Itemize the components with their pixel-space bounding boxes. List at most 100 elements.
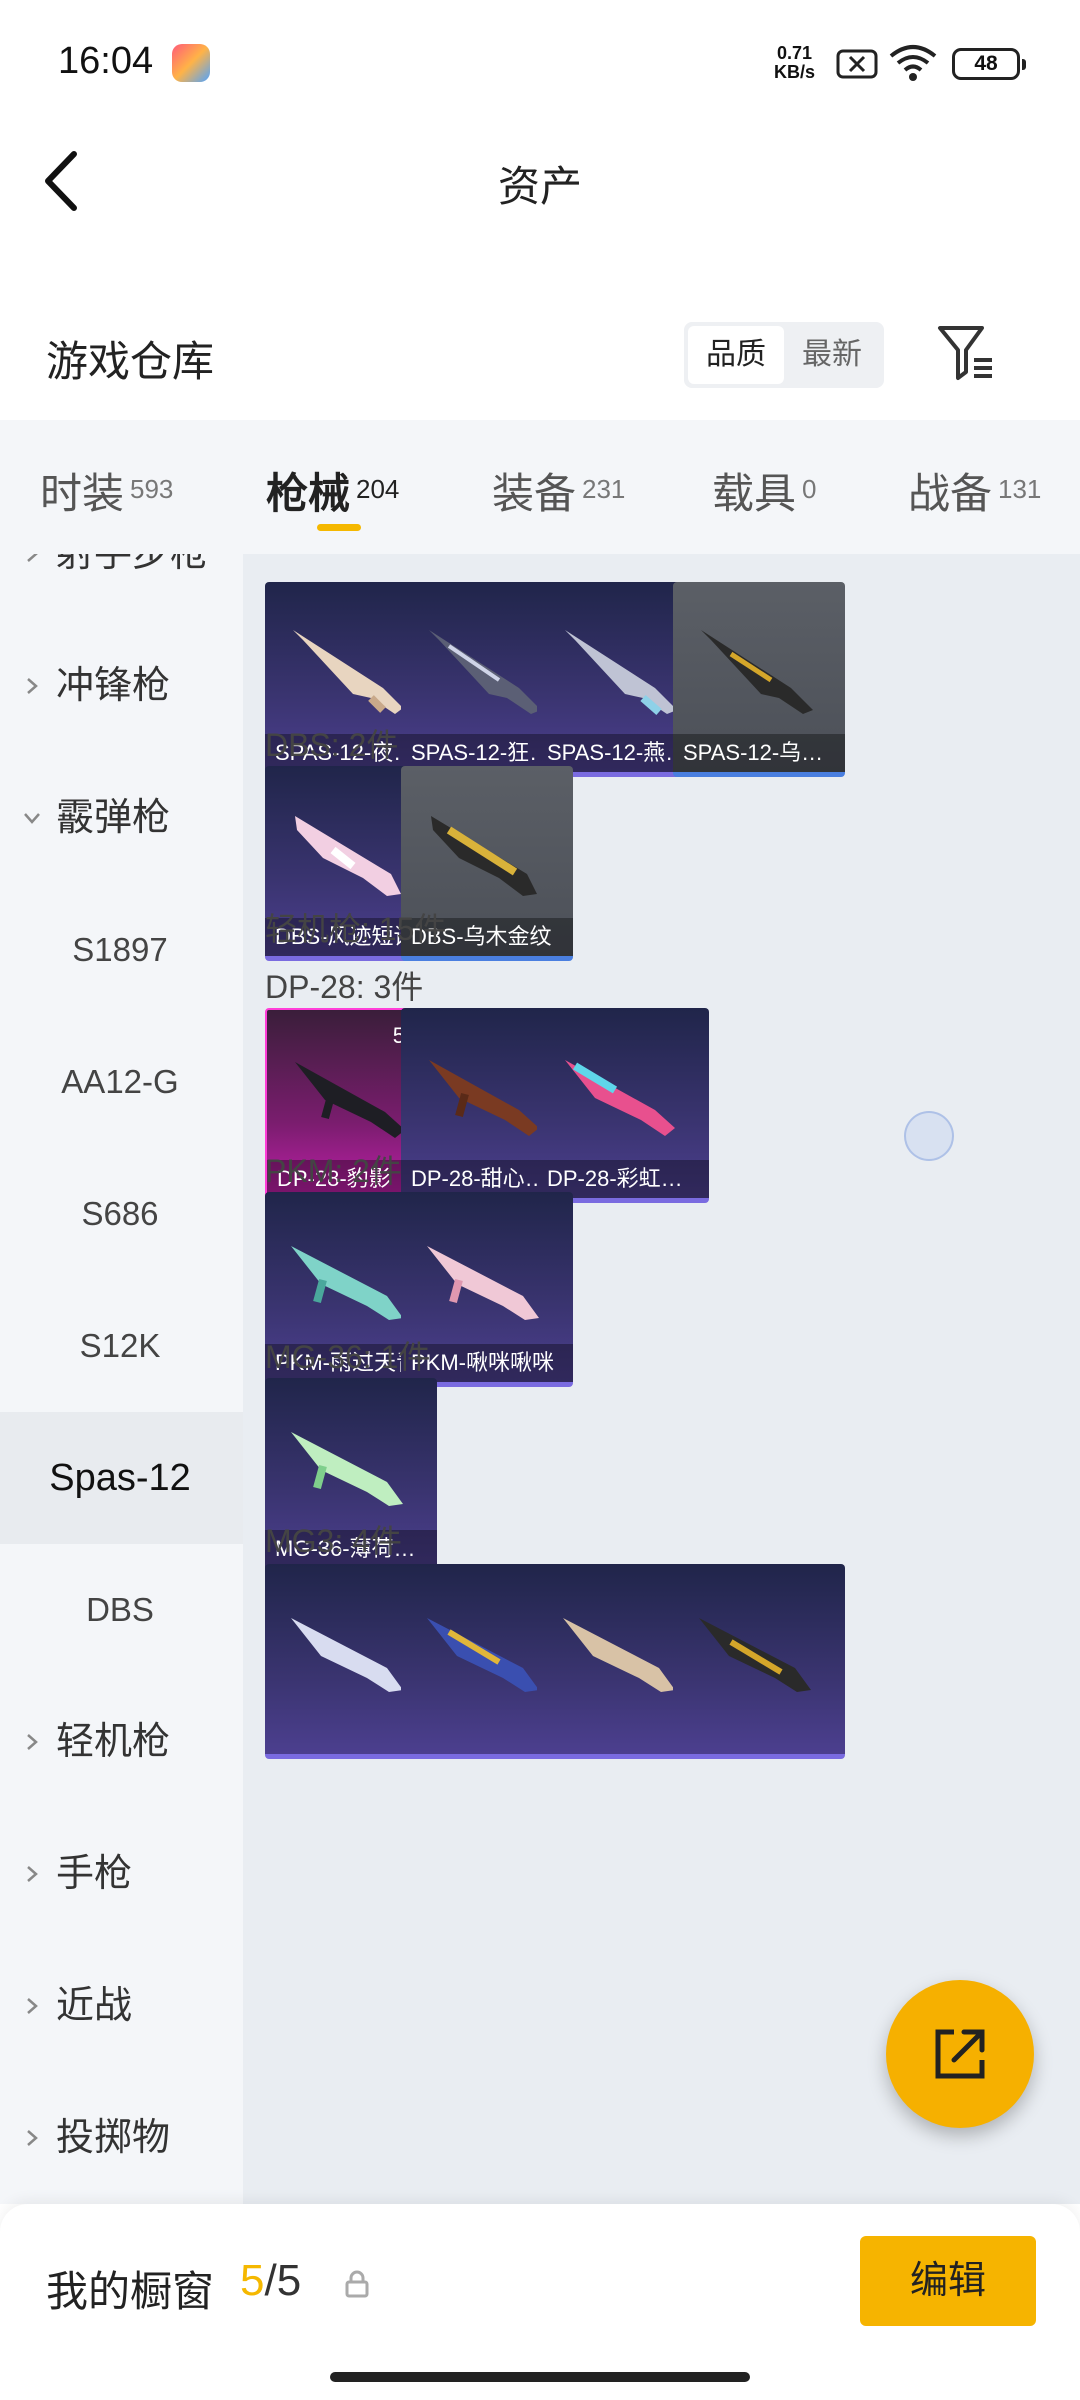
shotgun-icon xyxy=(295,816,401,896)
group-label-lmg: 轻机枪: 15件 xyxy=(265,911,447,947)
wifi-icon xyxy=(889,45,937,81)
showcase-bar: 我的橱窗 5/5 编辑 xyxy=(0,2204,1080,2400)
weapon-name: SPAS-12-乌… xyxy=(673,734,845,772)
network-speed: 0.71 KB/s xyxy=(774,44,815,82)
sort-toggle: 品质 最新 xyxy=(684,322,884,388)
tab-count: 593 xyxy=(130,474,174,504)
sim-off-icon xyxy=(836,49,878,79)
status-bar: 16:04 0.71 KB/s 48 xyxy=(0,0,1080,130)
chevron-down-icon xyxy=(24,813,40,824)
sidebar-item-label: S1897 xyxy=(72,931,168,968)
group-label-mg36: MG-36: 1件 xyxy=(265,1339,431,1375)
home-indicator[interactable] xyxy=(330,2372,750,2382)
shotgun-icon xyxy=(429,630,541,714)
showcase-count: 5/5 xyxy=(240,2256,301,2306)
weapon-card[interactable]: SPAS-12-乌… xyxy=(673,582,845,777)
filter-icon[interactable] xyxy=(936,322,996,382)
sidebar-item-smg[interactable]: 冲锋枪 xyxy=(0,620,243,752)
battery-indicator: 48 xyxy=(952,48,1026,80)
sidebar-item-melee[interactable]: 近战 xyxy=(0,1940,243,2072)
chevron-right-icon xyxy=(27,2130,38,2146)
sidebar-item-label: Spas-12 xyxy=(49,1457,191,1499)
chevron-right-icon xyxy=(27,1866,38,1882)
sidebar-item-label: 投掷物 xyxy=(56,2117,171,2159)
sidebar-item-aa12g[interactable]: AA12-G xyxy=(0,1016,243,1148)
showcase-title: 我的橱窗 xyxy=(46,2268,215,2315)
shotgun-icon xyxy=(293,630,403,714)
machine-gun-icon xyxy=(429,1060,539,1136)
game-app-icon xyxy=(172,44,210,82)
sidebar-item-shotgun[interactable]: 霰弹枪 xyxy=(0,752,243,884)
sidebar-item-label: S686 xyxy=(81,1195,159,1232)
net-speed-unit: KB/s xyxy=(774,62,816,82)
category-tabs: 时装 593 枪械 204 装备 231 载具 0 战备 131 xyxy=(0,420,1080,554)
sidebar-item-pistol[interactable]: 手枪 xyxy=(0,1808,243,1940)
tab-firearms[interactable]: 枪械 204 xyxy=(266,460,399,521)
sidebar-item-label: DBS xyxy=(86,1591,154,1628)
sidebar-item-label: 冲锋枪 xyxy=(56,665,171,707)
weapon-category-sidebar: 射手步枪 冲锋枪 霰弹枪 S1897 AA12-G S686 S12K Spas… xyxy=(0,554,243,2204)
net-speed-value: 0.71 xyxy=(776,43,813,63)
tab-label: 装备 xyxy=(492,470,577,517)
sidebar-item-label: 射手步枪 xyxy=(56,554,209,575)
sidebar-item-marksman-rifle[interactable]: 射手步枪 xyxy=(0,554,243,620)
sidebar-item-label: 轻机枪 xyxy=(56,1721,171,1763)
machine-gun-icon xyxy=(427,1618,539,1692)
weapon-card[interactable]: DP-28-彩虹… xyxy=(537,1008,709,1203)
machine-gun-icon xyxy=(565,1060,675,1136)
sort-newest-button[interactable]: 最新 xyxy=(784,326,880,384)
machine-gun-icon xyxy=(427,1246,539,1320)
share-button[interactable] xyxy=(886,1980,1034,2128)
sidebar-item-lmg[interactable]: 轻机枪 xyxy=(0,1676,243,1808)
group-label-dp28: DP-28: 3件 xyxy=(265,969,424,1005)
group-label-pkm: PKM: 2件 xyxy=(265,1153,402,1189)
sidebar-item-s686[interactable]: S686 xyxy=(0,1148,243,1280)
shotgun-icon xyxy=(431,816,537,896)
tab-supplies[interactable]: 战备 131 xyxy=(908,460,1041,521)
status-time: 16:04 xyxy=(58,40,154,82)
showcase-count-current: 5 xyxy=(240,2256,265,2305)
tab-fashion[interactable]: 时装 593 xyxy=(40,460,173,521)
shotgun-icon xyxy=(701,630,813,714)
tab-count: 204 xyxy=(356,474,400,504)
group-label-mg3: MG3: 4件 xyxy=(265,1523,402,1559)
sidebar-item-label: S12K xyxy=(79,1327,161,1364)
edit-button[interactable]: 编辑 xyxy=(860,2236,1036,2326)
lock-icon xyxy=(345,2270,369,2298)
tab-label: 载具 xyxy=(712,470,797,517)
tab-count: 0 xyxy=(802,474,817,504)
tab-count: 231 xyxy=(582,474,626,504)
weapon-card[interactable] xyxy=(673,1564,845,1759)
sidebar-item-label: 手枪 xyxy=(56,1853,133,1895)
sort-quality-button[interactable]: 品质 xyxy=(688,326,784,384)
sidebar-item-label: 近战 xyxy=(56,1985,133,2027)
sidebar-item-s1897[interactable]: S1897 xyxy=(0,884,243,1016)
machine-gun-icon xyxy=(291,1618,403,1692)
sidebar-item-dbs[interactable]: DBS xyxy=(0,1544,243,1676)
tab-label: 枪械 xyxy=(266,470,351,517)
machine-gun-icon xyxy=(291,1246,403,1320)
touch-indicator xyxy=(904,1111,954,1161)
tab-equipment[interactable]: 装备 231 xyxy=(492,460,625,521)
chevron-right-icon xyxy=(27,1998,38,2014)
group-label-dbs: DBS: 2件 xyxy=(265,727,399,763)
chevron-right-icon xyxy=(27,1734,38,1750)
warehouse-title: 游戏仓库 xyxy=(46,338,215,385)
showcase-count-total: /5 xyxy=(264,2256,302,2305)
sidebar-item-label: 霰弹枪 xyxy=(56,797,171,839)
machine-gun-icon xyxy=(563,1618,675,1692)
active-tab-indicator xyxy=(317,524,361,531)
tab-label: 时装 xyxy=(40,470,125,517)
page-title: 资产 xyxy=(497,163,582,210)
sidebar-item-spas12[interactable]: Spas-12 xyxy=(0,1412,243,1544)
tab-label: 战备 xyxy=(908,470,993,517)
machine-gun-icon xyxy=(699,1618,811,1692)
sidebar-item-label: AA12-G xyxy=(61,1063,179,1100)
tab-vehicles[interactable]: 载具 0 xyxy=(712,460,816,521)
sidebar-item-throwable[interactable]: 投掷物 xyxy=(0,2072,243,2204)
weapon-grid: SPAS-12-夜… SPAS-12-狂… SPAS-12-燕… SPAS-12… xyxy=(243,554,1080,2204)
share-icon xyxy=(935,2029,985,2079)
chevron-right-icon xyxy=(27,554,38,562)
chevron-right-icon xyxy=(27,678,38,694)
sidebar-item-s12k[interactable]: S12K xyxy=(0,1280,243,1412)
